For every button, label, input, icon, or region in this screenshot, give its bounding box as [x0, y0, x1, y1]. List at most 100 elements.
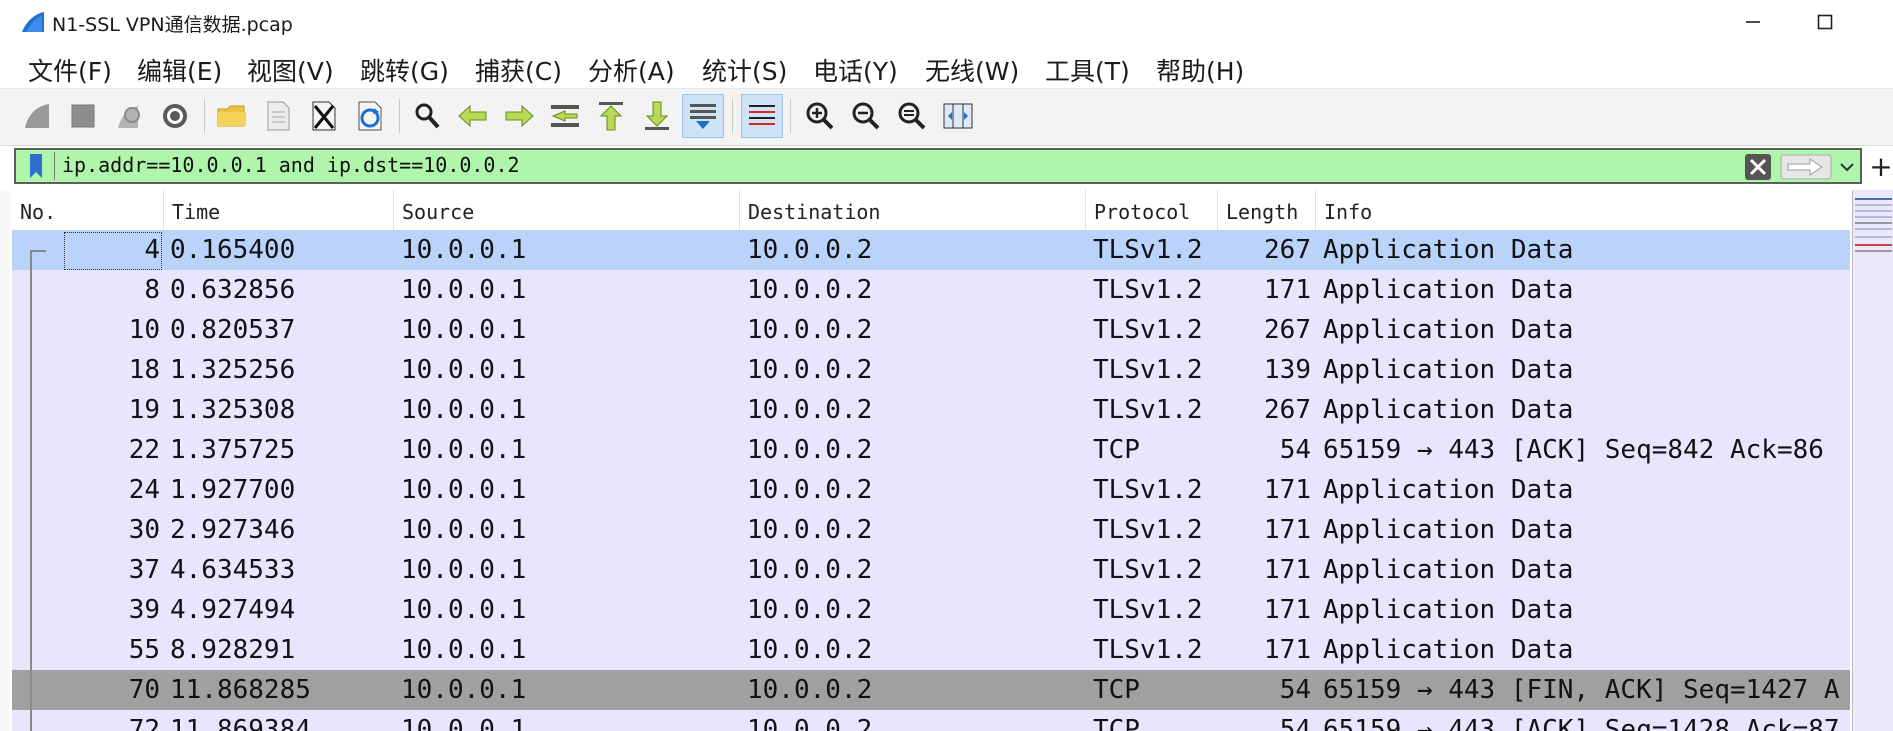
close-file-button[interactable]: [303, 94, 345, 138]
find-packet-icon: [415, 103, 440, 129]
menu-telephony[interactable]: 电话(Y): [813, 52, 898, 88]
column-header-no[interactable]: No.: [12, 190, 164, 230]
column-header-length[interactable]: Length: [1218, 190, 1316, 230]
menu-capture[interactable]: 捕获(C): [475, 52, 562, 88]
cell-protocol: TCP: [1093, 715, 1140, 731]
cell-no: 55: [128, 635, 160, 665]
toolbar-separator: [732, 99, 733, 133]
menu-go[interactable]: 跳转(G): [360, 52, 449, 88]
apply-filter-button[interactable]: [1780, 154, 1832, 180]
go-back-button[interactable]: [452, 94, 494, 138]
cell-no: 8: [144, 275, 160, 305]
packet-list[interactable]: No. Time Source Destination Protocol Len…: [12, 190, 1850, 731]
minimize-button[interactable]: [1718, 0, 1788, 44]
go-forward-button[interactable]: [498, 94, 540, 138]
stop-capture-button[interactable]: [62, 94, 104, 138]
cell-source: 10.0.0.1: [401, 235, 527, 265]
minimap-marker: [1855, 250, 1892, 252]
add-filter-button[interactable]: +: [1869, 148, 1892, 184]
conversation-tree-tick: [30, 250, 46, 252]
packet-row[interactable]: 8 0.632856 10.0.0.1 10.0.0.2 TLSv1.2 171 Appli…: [12, 270, 1850, 310]
packet-list-gutter: [0, 190, 10, 731]
packet-row[interactable]: 30 2.927346 10.0.0.1 10.0.0.2 TLSv1.2 171 Appl…: [12, 510, 1850, 550]
column-header-source[interactable]: Source: [394, 190, 740, 230]
cell-time: 2.927346: [170, 515, 296, 545]
apply-arrow-icon: [1780, 154, 1832, 180]
packet-row[interactable]: 19 1.325308 10.0.0.1 10.0.0.2 TLSv1.2 267 Appl…: [12, 390, 1850, 430]
menu-view[interactable]: 视图(V): [247, 52, 334, 88]
menu-tools[interactable]: 工具(T): [1045, 52, 1130, 88]
go-last-packet-button[interactable]: [636, 94, 678, 138]
maximize-icon: [1817, 14, 1833, 30]
cell-protocol: TLSv1.2: [1093, 275, 1203, 305]
go-to-packet-button[interactable]: [544, 94, 586, 138]
cell-time: 11.868285: [170, 675, 311, 705]
cell-protocol: TLSv1.2: [1093, 315, 1203, 345]
cell-time: 0.820537: [170, 315, 296, 345]
auto-scroll-button[interactable]: [682, 94, 724, 138]
packet-row[interactable]: 4 0.165400 10.0.0.1 10.0.0.2 TLSv1.2 267 Appli…: [12, 230, 1850, 270]
column-header-info[interactable]: Info: [1316, 190, 1850, 230]
cell-length: 139: [1264, 355, 1311, 385]
go-first-packet-icon: [599, 102, 623, 131]
menu-wireless[interactable]: 无线(W): [925, 52, 1019, 88]
filter-bookmark-button[interactable]: [18, 152, 55, 180]
go-first-packet-button[interactable]: [590, 94, 632, 138]
capture-options-button[interactable]: [154, 94, 196, 138]
menu-analyze[interactable]: 分析(A): [588, 52, 675, 88]
open-file-button[interactable]: [211, 94, 253, 138]
cell-protocol: TLSv1.2: [1093, 355, 1203, 385]
column-header-protocol[interactable]: Protocol: [1086, 190, 1218, 230]
reload-file-button[interactable]: [349, 94, 391, 138]
cell-source: 10.0.0.1: [401, 555, 527, 585]
zoom-in-button[interactable]: [799, 94, 841, 138]
menu-help[interactable]: 帮助(H): [1156, 52, 1244, 88]
cell-info: Application Data: [1323, 355, 1574, 385]
find-packet-button[interactable]: [406, 94, 448, 138]
start-capture-button[interactable]: [16, 94, 58, 138]
toolbar-separator: [790, 99, 791, 133]
packet-row[interactable]: 72 11.869384 10.0.0.1 10.0.0.2 TCP 54 65159 → …: [12, 710, 1850, 731]
cell-source: 10.0.0.1: [401, 275, 527, 305]
menu-file[interactable]: 文件(F): [28, 52, 112, 88]
packet-row[interactable]: 22 1.375725 10.0.0.1 10.0.0.2 TCP 54 65159 → 4…: [12, 430, 1850, 470]
minimap-marker: [1855, 210, 1892, 212]
cell-time: 1.325308: [170, 395, 296, 425]
menu-statistics[interactable]: 统计(S): [702, 52, 787, 88]
restart-capture-icon: [118, 106, 140, 128]
menu-edit[interactable]: 编辑(E): [137, 52, 222, 88]
cell-destination: 10.0.0.2: [747, 435, 873, 465]
column-header-destination[interactable]: Destination: [740, 190, 1086, 230]
packet-row[interactable]: 37 4.634533 10.0.0.1 10.0.0.2 TLSv1.2 171 Appl…: [12, 550, 1850, 590]
cell-no: 18: [128, 355, 160, 385]
packet-row[interactable]: 24 1.927700 10.0.0.1 10.0.0.2 TLSv1.2 171 Appl…: [12, 470, 1850, 510]
display-filter-bar[interactable]: ip.addr==10.0.0.1 and ip.dst==10.0.0.2: [14, 148, 1862, 184]
maximize-button[interactable]: [1790, 0, 1860, 44]
cell-time: 8.928291: [170, 635, 296, 665]
cell-no: 10: [128, 315, 160, 345]
zoom-normal-icon: [898, 102, 926, 130]
packet-row[interactable]: 39 4.927494 10.0.0.1 10.0.0.2 TLSv1.2 171 Appl…: [12, 590, 1850, 630]
colorize-button[interactable]: [741, 94, 783, 138]
filter-history-dropdown[interactable]: [1838, 159, 1856, 175]
restart-capture-button[interactable]: [108, 94, 150, 138]
cell-length: 171: [1264, 555, 1311, 585]
zoom-out-button[interactable]: [845, 94, 887, 138]
cell-destination: 10.0.0.2: [747, 715, 873, 731]
main-toolbar: [0, 88, 1893, 146]
cell-info: 65159 → 443 [ACK] Seq=1428 Ack=87: [1323, 715, 1840, 731]
display-filter-input[interactable]: ip.addr==10.0.0.1 and ip.dst==10.0.0.2: [62, 153, 520, 177]
packet-row[interactable]: 55 8.928291 10.0.0.1 10.0.0.2 TLSv1.2 171 Appl…: [12, 630, 1850, 670]
clear-filter-button[interactable]: [1744, 153, 1772, 181]
zoom-normal-button[interactable]: [891, 94, 933, 138]
menu-bar: 文件(F) 编辑(E) 视图(V) 跳转(G) 捕获(C) 分析(A) 统计(S…: [0, 44, 1893, 86]
resize-columns-button[interactable]: [937, 94, 979, 138]
cell-time: 4.634533: [170, 555, 296, 585]
toolbar-separator: [204, 99, 205, 133]
packet-row[interactable]: 10 0.820537 10.0.0.1 10.0.0.2 TLSv1.2 267 Appl…: [12, 310, 1850, 350]
save-file-button[interactable]: [257, 94, 299, 138]
packet-row[interactable]: 70 11.868285 10.0.0.1 10.0.0.2 TCP 54 65159 → …: [12, 670, 1850, 710]
packet-row[interactable]: 18 1.325256 10.0.0.1 10.0.0.2 TLSv1.2 139 Appl…: [12, 350, 1850, 390]
packet-minimap-scrollbar[interactable]: [1852, 190, 1893, 731]
column-header-time[interactable]: Time: [164, 190, 394, 230]
